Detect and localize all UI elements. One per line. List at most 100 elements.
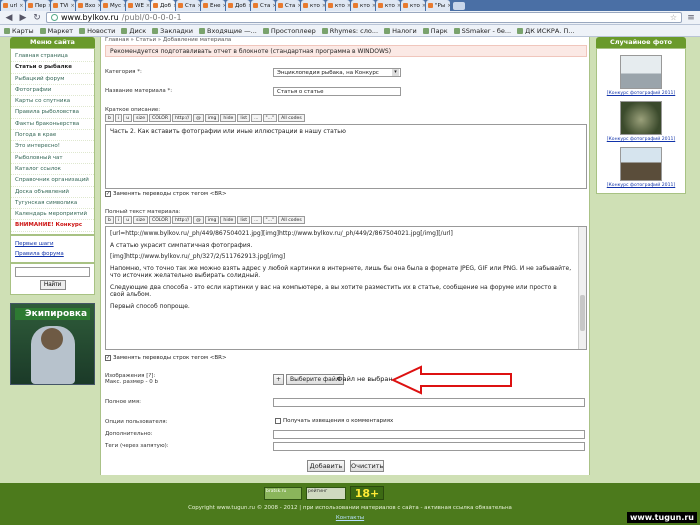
photo-caption[interactable]: [Конкурс фотографий 2011] (600, 136, 682, 144)
bookmark-item[interactable]: Простоплеер (262, 27, 316, 35)
browser-tab[interactable]: "Ры × (426, 0, 450, 11)
reload-icon[interactable]: ↻ (32, 13, 42, 23)
sidebar-item[interactable]: Статьи о рыбалке (11, 62, 94, 74)
editor-toolbar-button[interactable]: img (204, 216, 220, 224)
brief-textarea[interactable]: Часть 2. Как вставить фотографии или ины… (105, 124, 587, 189)
editor-toolbar-button[interactable]: hide (220, 216, 237, 224)
bookmark-item[interactable]: Парк (422, 27, 448, 35)
editor-toolbar-button[interactable]: i (114, 216, 123, 224)
bookmark-item[interactable]: Rhymes: сло... (321, 27, 378, 35)
browser-tab[interactable]: WE × (126, 0, 150, 11)
search-button[interactable]: Найти (39, 279, 66, 290)
close-icon[interactable]: × (297, 3, 300, 9)
choose-file-button[interactable]: Выберите файл (286, 374, 344, 385)
star-icon[interactable]: ☆ (670, 13, 677, 22)
editor-toolbar-button[interactable]: @ (193, 114, 204, 122)
sidebar-item[interactable]: Календарь мероприятий (11, 209, 94, 221)
link-forum-rules[interactable]: Правила форума (15, 249, 90, 259)
close-icon[interactable]: × (422, 3, 425, 9)
new-tab-button[interactable] (453, 2, 465, 10)
sidebar-item[interactable]: Справочник организаций (11, 175, 94, 187)
sidebar-item[interactable]: Это интересно! (11, 141, 94, 153)
browser-tab[interactable]: кто × (301, 0, 325, 11)
full-textarea[interactable]: [url=http://www.bylkov.ru/_ph/449/867504… (105, 226, 587, 350)
close-icon[interactable]: × (272, 3, 275, 9)
editor-toolbar-button[interactable]: @ (193, 216, 204, 224)
editor-toolbar-button[interactable]: list (237, 114, 251, 122)
bookmark-item[interactable]: Входящие —... (199, 27, 257, 35)
photo-caption[interactable]: [Конкурс фотографий 2011] (600, 182, 682, 190)
close-icon[interactable]: × (397, 3, 400, 9)
search-input[interactable] (15, 266, 90, 277)
counter-bratsk[interactable]: bratsk.ru (264, 486, 302, 500)
convert-br-checkbox-2[interactable]: ✓ Заменять переводы строк тегом <BR> (105, 355, 227, 361)
editor-toolbar-button[interactable]: hide (220, 114, 237, 122)
editor-toolbar-button[interactable]: size (133, 216, 149, 224)
contacts-link[interactable]: Контакты (0, 515, 700, 521)
browser-tab[interactable]: Ене × (201, 0, 225, 11)
photo-caption[interactable]: [Конкурс фотографий 2011] (600, 90, 682, 98)
editor-toolbar-button[interactable]: "..." (262, 216, 278, 224)
editor-toolbar-button[interactable]: ... (251, 216, 262, 224)
editor-toolbar-button[interactable]: COLOR (149, 114, 172, 122)
editor-toolbar-button[interactable]: All codes (278, 216, 305, 224)
bookmark-item[interactable]: Закладки (152, 27, 193, 35)
sidebar-item[interactable]: Каталог ссылок (11, 164, 94, 176)
editor-toolbar-button[interactable]: COLOR (149, 216, 172, 224)
close-icon[interactable]: × (173, 3, 175, 9)
close-icon[interactable]: × (322, 3, 325, 9)
wrench-icon[interactable]: ≡ (686, 13, 696, 23)
browser-tab[interactable]: Ста × (251, 0, 275, 11)
browser-tab[interactable]: Пер× (26, 0, 50, 11)
editor-toolbar-button[interactable]: All codes (278, 114, 305, 122)
editor-toolbar-button[interactable]: img (204, 114, 220, 122)
close-icon[interactable]: × (347, 3, 350, 9)
editor-toolbar-button[interactable]: u (123, 114, 133, 122)
sidebar-item[interactable]: Тугунская символика (11, 198, 94, 210)
close-icon[interactable]: × (48, 3, 50, 9)
tags-input[interactable] (273, 442, 585, 451)
editor-toolbar-button[interactable]: list (237, 216, 251, 224)
editor-toolbar-button[interactable]: u (123, 216, 133, 224)
bookmark-item[interactable]: SSmaker - бе... (453, 27, 511, 35)
editor-toolbar-button[interactable]: i (114, 114, 123, 122)
close-icon[interactable]: × (71, 3, 75, 9)
scrollbar-thumb[interactable] (580, 295, 585, 331)
reset-button[interactable]: Очистить (350, 460, 384, 472)
close-icon[interactable]: × (19, 3, 23, 9)
sidebar-item[interactable]: Карты со спутника (11, 96, 94, 108)
close-icon[interactable]: × (97, 3, 100, 9)
notify-checkbox[interactable]: Получать извещения о комментариях (275, 418, 393, 424)
sidebar-item[interactable]: Фотографии (11, 85, 94, 97)
fullname-input[interactable] (273, 398, 585, 407)
forward-icon[interactable]: ▶ (18, 13, 28, 23)
browser-tab[interactable]: кто × (401, 0, 425, 11)
browser-tab[interactable]: кто × (376, 0, 400, 11)
editor-toolbar-button[interactable]: b (105, 216, 114, 224)
textarea-scrollbar[interactable] (578, 227, 586, 349)
browser-tab[interactable]: Ста × (176, 0, 200, 11)
close-icon[interactable]: × (123, 3, 125, 9)
browser-tab[interactable]: TVi × (51, 0, 75, 11)
browser-tab[interactable]: кто × (326, 0, 350, 11)
address-bar[interactable]: www.bylkov.ru/publ/0-0-0-0-1 ☆ (46, 12, 682, 23)
bookmark-item[interactable]: Карты (4, 27, 34, 35)
sidebar-item[interactable]: Доска объявлений (11, 187, 94, 198)
photo-thumbnail[interactable] (620, 55, 662, 89)
editor-toolbar-button[interactable]: ... (251, 114, 262, 122)
photo-thumbnail[interactable] (620, 147, 662, 181)
close-icon[interactable]: × (222, 3, 225, 9)
browser-tab[interactable]: Мус× (101, 0, 125, 11)
sidebar-item[interactable]: Погода в крае (11, 130, 94, 142)
editor-toolbar-button[interactable]: http:// (172, 216, 193, 224)
add-image-button[interactable]: + (273, 374, 284, 385)
close-icon[interactable]: × (248, 3, 250, 9)
counter-rating[interactable]: рейтинг (306, 486, 346, 500)
close-icon[interactable]: × (372, 3, 375, 9)
browser-tab[interactable]: Вхо × (76, 0, 100, 11)
title-input[interactable]: Статья о статье (273, 87, 401, 96)
ad-banner[interactable]: Экипировка (10, 302, 95, 385)
browser-tab[interactable]: кто × (351, 0, 375, 11)
editor-toolbar-button[interactable]: http:// (172, 114, 193, 122)
bookmark-item[interactable]: Диск (121, 27, 146, 35)
